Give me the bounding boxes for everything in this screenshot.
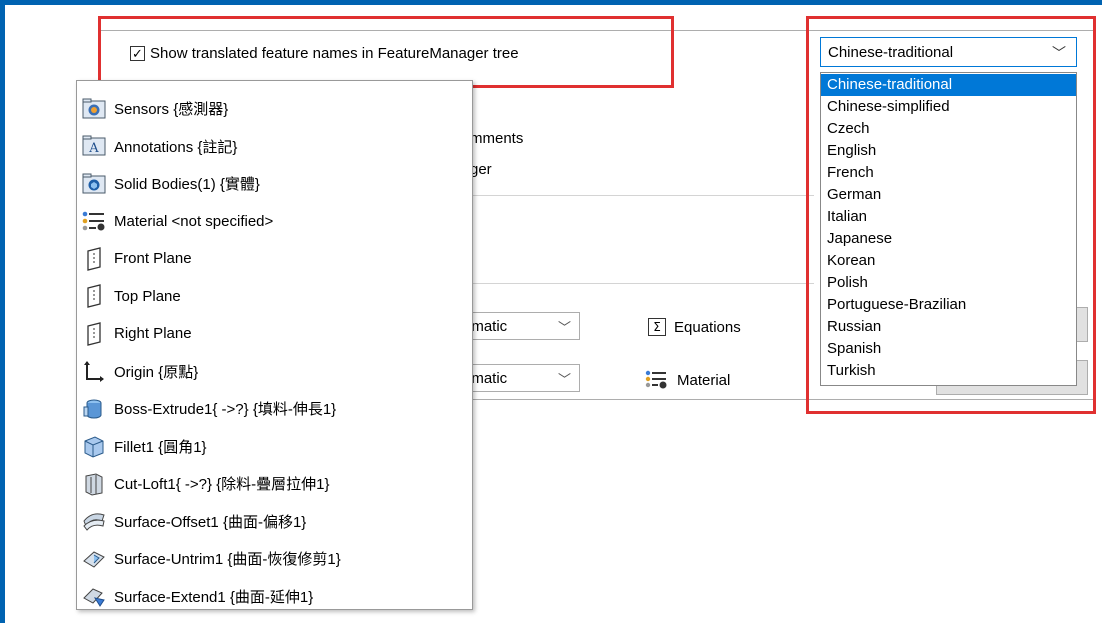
tree-item-label: Material <not specified> — [114, 212, 274, 230]
origin-icon — [82, 359, 106, 383]
manager-option-label: ger — [470, 161, 492, 178]
tree-item-label: Cut-Loft1{ ->?} {除料-疊層拉伸1} — [114, 476, 330, 494]
plane-icon — [82, 321, 106, 346]
tree-item-front-plane[interactable]: Front Plane — [77, 240, 472, 278]
tree-item-material[interactable]: Material <not specified> — [77, 203, 472, 241]
material-combo[interactable]: omatic ﹀ — [456, 364, 580, 392]
tree-item-label: Boss-Extrude1{ ->?} {填料-伸長1} — [114, 401, 337, 419]
checkbox-highlight-box — [98, 16, 674, 88]
tree-item-sensors[interactable]: Sensors {感測器} — [77, 90, 472, 128]
tree-item-fillet[interactable]: Fillet1 {圓角1} — [77, 428, 472, 466]
plane-icon — [82, 284, 106, 309]
tree-item-label: Annotations {註記} — [114, 138, 238, 156]
equations-item[interactable]: Σ Equations — [648, 318, 741, 336]
tree-item-label: Top Plane — [114, 287, 181, 305]
tree-item-top-plane[interactable]: Top Plane — [77, 278, 472, 316]
tree-item-right-plane[interactable]: Right Plane — [77, 315, 472, 353]
tree-item-label: Solid Bodies(1) {實體} — [114, 176, 260, 194]
annotations-folder-icon: A — [82, 134, 106, 158]
surface-untrim-icon — [82, 547, 106, 571]
plane-icon — [82, 246, 106, 271]
separator — [460, 283, 814, 284]
surface-offset-icon — [82, 509, 106, 533]
tree-item-cut-loft[interactable]: Cut-Loft1{ ->?} {除料-疊層拉伸1} — [77, 465, 472, 503]
boss-extrude-icon — [82, 397, 106, 421]
svg-text:A: A — [88, 141, 99, 156]
equations-label: Equations — [674, 318, 741, 336]
tree-item-label: Origin {原點} — [114, 363, 199, 381]
tree-item-solid-bodies[interactable]: Solid Bodies(1) {實體} — [77, 165, 472, 203]
equations-icon: Σ — [648, 318, 666, 336]
tree-item-label: Right Plane — [114, 325, 192, 343]
chevron-down-icon: ﹀ — [557, 372, 571, 387]
surface-extend-icon — [82, 584, 106, 608]
featuremanager-tree: Sensors {感測器} A Annotations {註記} Solid B… — [76, 80, 473, 610]
material-label: Material — [677, 371, 731, 389]
tree-item-label: Sensors {感測器} — [114, 101, 229, 119]
tree-item-label: Front Plane — [114, 250, 192, 268]
language-highlight-box — [806, 16, 1096, 414]
chevron-down-icon: ﹀ — [557, 320, 571, 335]
material-icon — [645, 370, 667, 389]
tree-item-surface-untrim[interactable]: Surface-Untrim1 {曲面-恢復修剪1} — [77, 540, 472, 578]
sensors-folder-icon — [82, 97, 106, 121]
cut-loft-icon — [82, 472, 106, 496]
tree-item-label: Fillet1 {圓角1} — [114, 438, 207, 456]
tree-item-origin[interactable]: Origin {原點} — [77, 353, 472, 391]
tree-item-annotations[interactable]: A Annotations {註記} — [77, 128, 472, 166]
tree-item-surface-offset[interactable]: Surface-Offset1 {曲面-偏移1} — [77, 503, 472, 541]
tree-item-surface-extend[interactable]: Surface-Extend1 {曲面-延伸1} — [77, 578, 472, 616]
comments-option-label: mments — [470, 130, 524, 147]
solid-bodies-folder-icon — [82, 172, 106, 196]
material-item[interactable]: Material — [645, 370, 730, 390]
separator — [460, 195, 814, 196]
tree-item-label: Surface-Offset1 {曲面-偏移1} — [114, 513, 307, 531]
tree-item-label: Surface-Extend1 {曲面-延伸1} — [114, 588, 314, 606]
dimension-combo[interactable]: omatic ﹀ — [456, 312, 580, 340]
material-icon — [82, 209, 106, 233]
tree-item-label: Surface-Untrim1 {曲面-恢復修剪1} — [114, 551, 341, 569]
fillet-icon — [82, 434, 106, 458]
tree-item-boss-extrude[interactable]: Boss-Extrude1{ ->?} {填料-伸長1} — [77, 390, 472, 428]
